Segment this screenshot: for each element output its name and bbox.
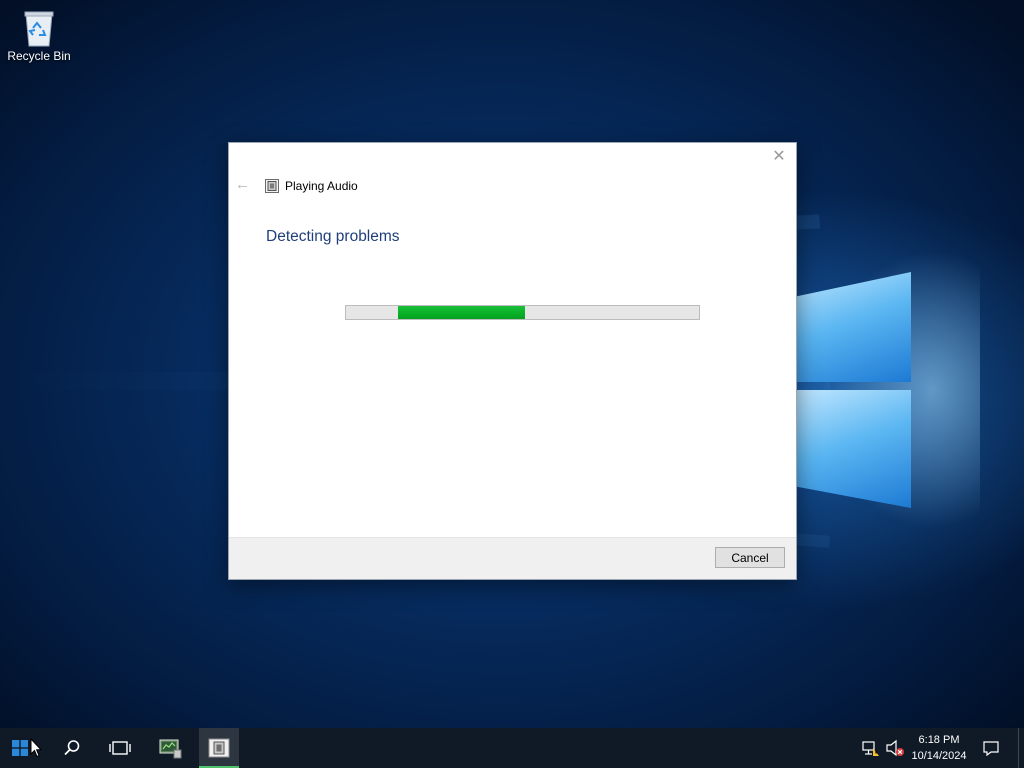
close-button[interactable]: ✕ xyxy=(768,147,790,167)
task-view-button[interactable] xyxy=(100,728,140,768)
windows-logo-pane xyxy=(797,390,911,508)
show-desktop-button[interactable] xyxy=(1018,728,1024,768)
progress-bar xyxy=(345,305,700,320)
troubleshooter-icon xyxy=(208,738,230,758)
action-center-icon[interactable] xyxy=(982,739,1000,757)
mouse-cursor-icon xyxy=(30,738,42,758)
task-view-icon xyxy=(109,741,131,755)
windows-logo-icon xyxy=(12,740,28,756)
server-manager-icon xyxy=(159,739,182,759)
windows-logo-pane xyxy=(797,272,911,382)
troubleshooter-icon xyxy=(265,179,279,193)
dialog-footer: Cancel xyxy=(229,537,796,579)
search-icon xyxy=(64,740,80,756)
clock-date: 10/14/2024 xyxy=(911,750,967,762)
page-heading: Detecting problems xyxy=(266,228,400,245)
desktop-icon-recycle-bin[interactable]: Recycle Bin xyxy=(4,6,74,63)
back-arrow-icon[interactable]: ← xyxy=(235,177,251,193)
desktop-icon-label: Recycle Bin xyxy=(7,49,71,63)
clock-time: 6:18 PM xyxy=(918,734,960,746)
cancel-button[interactable]: Cancel xyxy=(715,547,785,568)
volume-muted-icon[interactable] xyxy=(885,739,904,757)
taskbar: 6:18 PM 10/14/2024 xyxy=(0,728,1024,768)
desktop: Recycle Bin ✕ ← Playing Audio Detecting … xyxy=(0,0,1024,768)
progress-fill xyxy=(398,306,525,319)
search-button[interactable] xyxy=(52,728,92,768)
troubleshooter-dialog: ✕ ← Playing Audio Detecting problems Can… xyxy=(228,142,797,580)
server-manager-button[interactable] xyxy=(150,728,190,768)
network-icon[interactable] xyxy=(862,739,880,757)
dialog-app-title: Playing Audio xyxy=(285,179,358,193)
taskbar-clock[interactable]: 6:18 PM 10/14/2024 xyxy=(906,732,972,764)
recycle-bin-icon xyxy=(23,8,55,47)
troubleshooter-button[interactable] xyxy=(199,728,239,768)
